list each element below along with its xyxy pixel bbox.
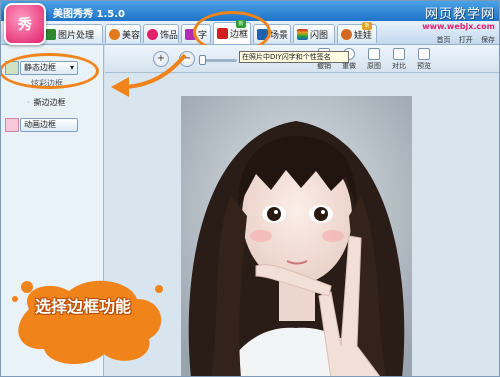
tear-frame-label: 撕边边框: [33, 98, 66, 107]
open-link[interactable]: 打开: [459, 36, 473, 44]
tab-label: 饰品: [160, 30, 179, 41]
bullet-icon: ·: [27, 98, 30, 107]
tab-beauty[interactable]: 美容: [105, 24, 141, 43]
preview-button[interactable]: 预览: [413, 48, 435, 71]
watermark-url: www.webjx.com: [422, 22, 495, 31]
compare-icon: [393, 48, 405, 60]
top-links: 首页 打开 保存: [431, 35, 495, 45]
app-window: 美图秀秀 1.5.0 网页教学网 秀 图片处理 美容 饰品 字 边框 新 场景: [0, 0, 500, 377]
photo-canvas[interactable]: [181, 96, 412, 376]
portrait-image: [181, 96, 412, 376]
image-icon: [45, 28, 56, 40]
tab-flash[interactable]: 闪图: [293, 24, 335, 43]
redo-label: 重做: [342, 62, 356, 70]
hint-tooltip: 在照片中DIY闪字和个性签名: [239, 51, 349, 63]
animated-frame-thumb-icon: [5, 118, 19, 132]
tab-label: 场景: [270, 30, 289, 41]
new-badge: 新: [362, 22, 372, 30]
home-link[interactable]: 首页: [437, 36, 451, 44]
animated-frame-label: 动画边框: [24, 120, 56, 129]
original-icon: [368, 48, 380, 60]
tab-doll[interactable]: 娃娃 新: [337, 22, 377, 43]
tear-frame-item[interactable]: · 撕边边框: [27, 97, 66, 108]
preview-icon: [418, 48, 430, 60]
doll-icon: [341, 28, 352, 40]
compare-label: 对比: [392, 62, 406, 70]
app-logo-icon[interactable]: 秀: [4, 3, 46, 45]
zoom-slider-handle[interactable]: [199, 55, 206, 65]
callout-label: 选择边框功能: [35, 297, 132, 316]
save-link[interactable]: 保存: [481, 36, 495, 44]
preview-label: 预览: [417, 62, 431, 70]
compare-button[interactable]: 对比: [388, 48, 410, 71]
animated-frame-button[interactable]: 动画边框: [20, 118, 78, 132]
heart-icon: [147, 28, 158, 40]
original-button[interactable]: 原图: [363, 48, 385, 71]
tab-label: 闪图: [310, 30, 329, 41]
tab-label: 美容: [122, 30, 141, 41]
face-icon: [109, 28, 120, 40]
flash-icon: [297, 28, 308, 40]
tab-image-processing[interactable]: 图片处理: [41, 24, 103, 43]
static-frame-highlight: [1, 53, 99, 89]
original-label: 原图: [367, 62, 381, 70]
watermark-title: 网页教学网: [424, 7, 495, 22]
callout-splash-icon: [12, 280, 163, 365]
tab-label: 图片处理: [58, 30, 95, 41]
undo-label: 撤销: [317, 62, 331, 70]
tab-accessories[interactable]: 饰品: [143, 24, 179, 43]
app-title: 美图秀秀 1.5.0: [53, 9, 125, 20]
arrow-icon: [111, 53, 187, 97]
